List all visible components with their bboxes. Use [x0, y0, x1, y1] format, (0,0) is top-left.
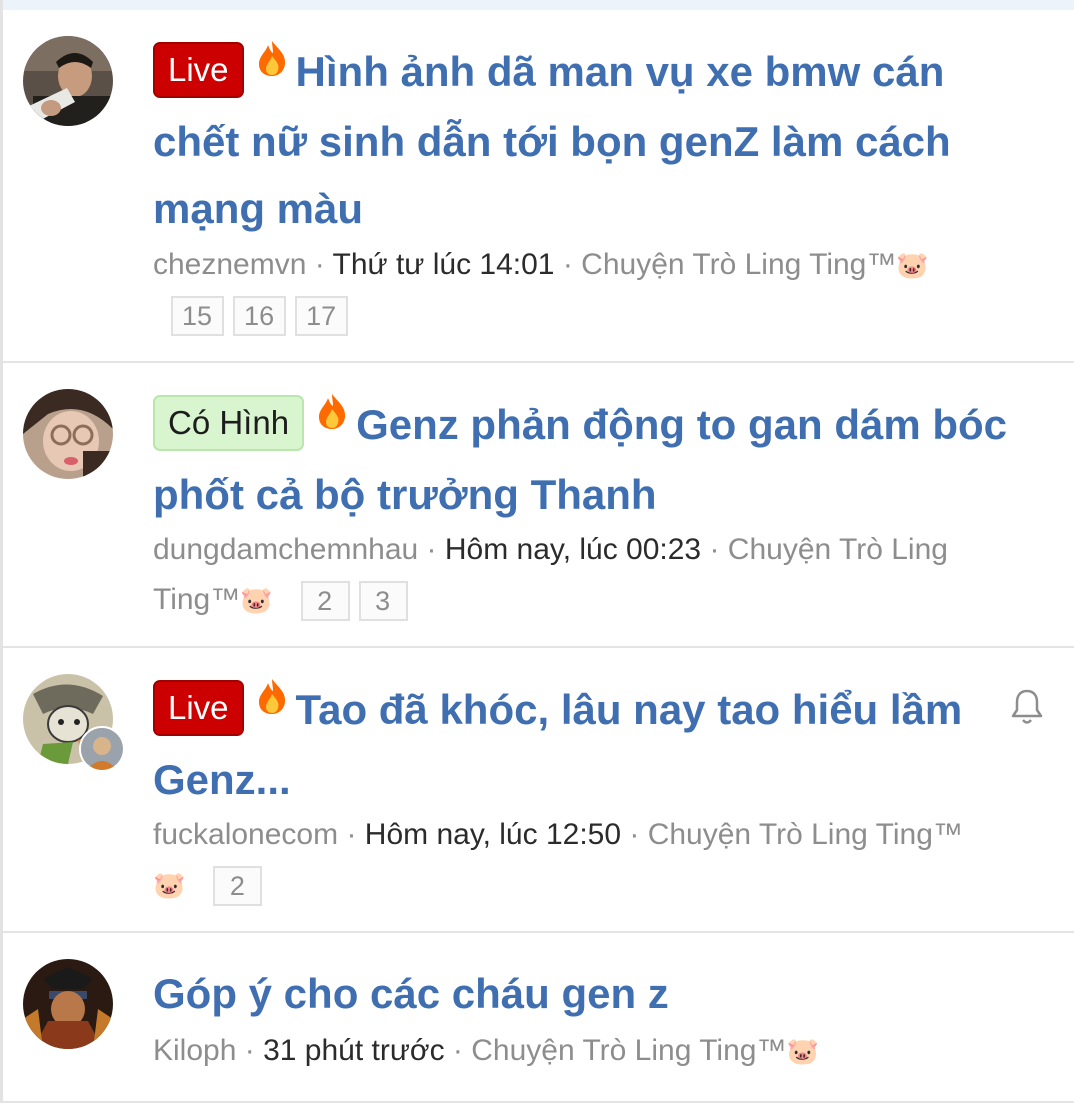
author-link[interactable]: fuckalonecom — [153, 818, 338, 851]
page-link[interactable]: 2 — [213, 866, 263, 907]
separator: · — [444, 1034, 472, 1067]
page-link[interactable]: 16 — [233, 296, 287, 337]
thread-item: Góp ý cho các cháu gen z Kiloph · 31 phú… — [3, 933, 1074, 1103]
separator: · — [701, 533, 728, 566]
thread-item: Live Tao đã khóc, lâu nay tao hiểu lầm Ge… — [3, 648, 1074, 933]
thread-meta: fuckalonecom · Hôm nay, lúc 12:50 · Chuy… — [153, 810, 1033, 910]
thread-time[interactable]: Hôm nay, lúc 00:23 — [445, 533, 701, 566]
separator: · — [236, 1034, 264, 1067]
forum-link[interactable]: Chuyện Trò Ling Ting™ — [648, 818, 963, 851]
thread-item: Live Hình ảnh dã man vụ xe bmw cán chết n… — [3, 10, 1074, 363]
bell-icon[interactable] — [1010, 688, 1044, 731]
thread-title[interactable]: Live Tao đã khóc, lâu nay tao hiểu lầm Ge… — [153, 676, 973, 813]
thread-time[interactable]: Thứ tư lúc 14:01 — [333, 248, 555, 281]
thread-meta: Kiloph · 31 phút trước · Chuyện Trò Ling… — [153, 1026, 1033, 1076]
separator: · — [621, 818, 648, 851]
separator: · — [338, 818, 365, 851]
pig-emoji: 🐷 — [896, 250, 929, 280]
page-link[interactable]: 17 — [295, 296, 349, 337]
avatar[interactable] — [23, 959, 113, 1049]
separator: · — [554, 248, 582, 281]
avatar[interactable] — [23, 389, 113, 479]
author-link[interactable]: Kiloph — [153, 1034, 236, 1067]
thread-title[interactable]: Live Hình ảnh dã man vụ xe bmw cán chết n… — [153, 38, 1033, 242]
forum-link[interactable]: Chuyện Trò Ling Ting™ — [581, 248, 896, 281]
thread-time[interactable]: 31 phút trước — [263, 1034, 445, 1067]
prefix-badge[interactable]: Có Hình — [153, 394, 305, 451]
avatar[interactable] — [23, 36, 113, 126]
prefix-badge[interactable]: Live — [153, 41, 244, 98]
thread-item: Có Hình Genz phản động to gan dám bóc phố… — [3, 363, 1074, 648]
thread-title[interactable]: Có Hình Genz phản động to gan dám bóc phố… — [153, 391, 1033, 528]
page-link[interactable]: 15 — [171, 296, 225, 337]
separator: · — [418, 533, 445, 566]
thread-meta: cheznemvn · Thứ tư lúc 14:01 · Chuyện Tr… — [153, 240, 1033, 340]
thread-meta: dungdamchemnhau · Hôm nay, lúc 00:23 · C… — [153, 525, 1033, 625]
page-link[interactable]: 3 — [358, 581, 408, 622]
author-link[interactable]: dungdamchemnhau — [153, 533, 418, 566]
pig-emoji: 🐷 — [240, 585, 273, 615]
fire-icon — [316, 382, 348, 449]
thread-time[interactable]: Hôm nay, lúc 12:50 — [365, 818, 621, 851]
page-jump: 15 16 17 — [171, 290, 357, 340]
page-link[interactable]: 2 — [300, 581, 350, 622]
page-jump: 2 — [213, 860, 271, 910]
prefix-badge[interactable]: Live — [153, 679, 244, 736]
thread-title[interactable]: Góp ý cho các cháu gen z — [153, 960, 1033, 1027]
page-jump: 23 — [300, 575, 417, 625]
fire-icon — [256, 667, 288, 734]
pig-emoji: 🐷 — [786, 1036, 819, 1066]
fire-icon — [256, 29, 288, 96]
participant-avatar[interactable] — [79, 726, 125, 772]
pig-emoji: 🐷 — [153, 870, 186, 900]
separator: · — [306, 248, 333, 281]
forum-link[interactable]: Chuyện Trò Ling Ting™ — [471, 1034, 786, 1067]
thread-title-text[interactable]: Góp ý cho các cháu gen z — [153, 970, 669, 1017]
author-link[interactable]: cheznemvn — [153, 248, 306, 281]
